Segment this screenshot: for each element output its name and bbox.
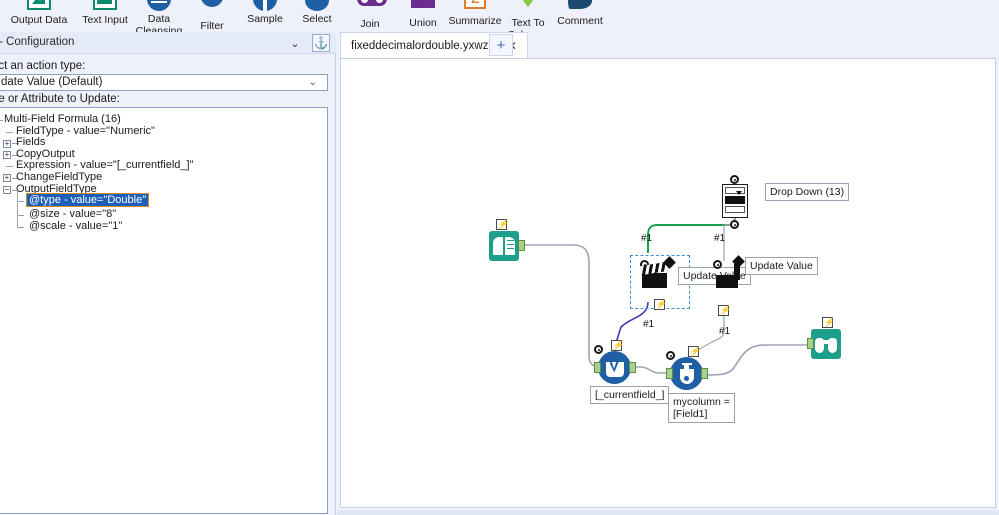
- output-data-icon: [26, 0, 52, 14]
- tree-item-label: Expression - value="[_currentfield_]": [16, 159, 194, 172]
- node-drop-down[interactable]: [722, 175, 748, 229]
- wire-label: #1: [714, 233, 726, 244]
- collapse-panel-button[interactable]: ⌄: [286, 34, 304, 52]
- select-icon: [304, 0, 330, 13]
- node-label-formula: mycolumn = [Field1]: [668, 393, 735, 423]
- comment-icon: [567, 0, 593, 15]
- node-text-input[interactable]: [489, 231, 525, 261]
- tree-item-label: ChangeFieldType: [16, 170, 103, 183]
- tree-expander[interactable]: +: [3, 139, 11, 148]
- tree-expander[interactable]: −: [3, 186, 11, 195]
- tree-item[interactable]: @size - value="8": [17, 203, 327, 221]
- tree-item-label: Multi-Field Formula (16): [4, 113, 121, 125]
- lightning-icon: ⚡: [822, 317, 835, 328]
- bucket-icon: [604, 358, 626, 378]
- input-port[interactable]: [594, 362, 601, 373]
- horizontal-scrollbar[interactable]: [337, 510, 999, 515]
- join-icon: [357, 0, 387, 18]
- binoculars-icon: [815, 335, 837, 353]
- output-port[interactable]: [518, 240, 525, 251]
- formula-tool-icon[interactable]: [670, 357, 703, 390]
- workflow-pane: fixeddecimalordouble.yxwz* ✕ +: [337, 32, 999, 515]
- tree-item[interactable]: @scale - value="1": [17, 214, 327, 233]
- xml-attribute-tree[interactable]: − Multi-Field Formula (16) FieldType - v…: [0, 107, 328, 514]
- node-label-drop-down: Drop Down (13): [765, 183, 850, 201]
- book-icon: [493, 237, 515, 255]
- gear-icon[interactable]: [594, 345, 603, 354]
- new-tab-button[interactable]: +: [489, 34, 513, 56]
- tree-item[interactable]: + ChangeFieldType: [3, 170, 327, 184]
- wire-label: #1: [643, 319, 655, 330]
- lightning-icon: ⚡: [718, 305, 731, 316]
- beaker-icon: [677, 362, 697, 385]
- tree-item-label: FieldType - value="Numeric": [16, 124, 155, 137]
- tree-expander[interactable]: +: [3, 174, 11, 183]
- multi-field-formula-tool-icon[interactable]: [598, 351, 631, 384]
- configuration-panel: ) - Configuration ⌄ ⚓ ect an action type…: [0, 32, 336, 515]
- action-type-label: ect an action type:: [0, 60, 86, 72]
- output-port[interactable]: [629, 362, 636, 373]
- union-icon: [410, 0, 436, 17]
- tab-label: fixeddecimalordouble.yxwz*: [351, 39, 493, 52]
- action-tool-icon[interactable]: [640, 256, 676, 288]
- chevron-down-icon: ⌄: [308, 77, 317, 88]
- tree-item[interactable]: FieldType - value="Numeric": [3, 124, 327, 138]
- node-multi-field-formula[interactable]: [594, 345, 636, 384]
- wire-label: #1: [719, 326, 731, 337]
- text-input-icon: [92, 0, 118, 14]
- alteryx-designer-window: Output Data Text Input Data Cleansing Fi…: [0, 0, 999, 515]
- tool-comment[interactable]: Comment: [543, 0, 617, 28]
- lightning-icon: ⚡: [611, 340, 624, 351]
- node-formula[interactable]: [666, 351, 708, 390]
- sample-icon: [252, 0, 278, 13]
- tree-item-label: @size - value="8": [29, 208, 117, 221]
- browse-tool-icon[interactable]: [811, 329, 841, 359]
- action-type-dropdown[interactable]: date Value (Default) ⌄: [0, 74, 328, 91]
- panel-title: ) - Configuration: [0, 36, 75, 48]
- pin-icon: ⚓: [313, 36, 329, 50]
- gear-icon[interactable]: [730, 220, 739, 229]
- workflow-canvas[interactable]: Drop Down (13) ⚡ Update Value ⚡ Update V…: [340, 58, 996, 508]
- text-input-tool-icon[interactable]: [489, 231, 519, 261]
- tool-output-data[interactable]: Output Data: [2, 0, 76, 27]
- text-to-columns-icon: [515, 0, 541, 17]
- action-tool-icon[interactable]: [714, 255, 745, 288]
- document-tab-bar: fixeddecimalordouble.yxwz* ✕ +: [337, 32, 999, 58]
- tool-label: Output Data: [10, 14, 68, 26]
- value-attribute-label: ue or Attribute to Update:: [0, 93, 120, 105]
- input-port[interactable]: [666, 368, 673, 379]
- pin-panel-button[interactable]: ⚓: [312, 34, 330, 52]
- node-label-update-value-2: Update Value: [745, 257, 818, 275]
- action-type-value: date Value (Default): [1, 76, 103, 88]
- node-label-multi-field-formula: [_currentfield_]: [590, 386, 670, 404]
- input-port[interactable]: [807, 338, 814, 349]
- tree-item[interactable]: − Multi-Field Formula (16): [0, 113, 327, 126]
- tree-expander[interactable]: +: [3, 151, 11, 160]
- tree-item-label: @type - value="Double": [25, 193, 150, 208]
- drop-down-tool-icon[interactable]: [722, 184, 748, 218]
- tool-label: Comment: [557, 15, 603, 27]
- tree-item-label: OutputFieldType: [16, 182, 97, 195]
- tool-palette-toolbar: Output Data Text Input Data Cleansing Fi…: [0, 0, 999, 32]
- filter-icon: [199, 0, 225, 20]
- tree-item-label: @scale - value="1": [29, 219, 123, 232]
- data-cleansing-icon: [146, 0, 172, 13]
- configuration-panel-header: ) - Configuration ⌄ ⚓: [0, 32, 336, 54]
- wire-label: #1: [641, 233, 653, 244]
- node-update-value-action-1[interactable]: [640, 256, 676, 288]
- gear-icon[interactable]: [666, 351, 675, 360]
- lightning-icon: ⚡: [496, 219, 509, 230]
- gear-icon[interactable]: [730, 175, 739, 184]
- output-port[interactable]: [701, 368, 708, 379]
- tree-item-label: Fields: [16, 136, 46, 149]
- tree-item-selected[interactable]: @type - value="Double": [17, 190, 327, 208]
- node-update-value-action-2[interactable]: [713, 255, 745, 288]
- lightning-icon: ⚡: [654, 299, 667, 310]
- lightning-icon: ⚡: [688, 346, 701, 357]
- summarize-icon: [462, 0, 488, 15]
- tree-item-label: CopyOutput: [16, 147, 75, 160]
- node-browse[interactable]: [807, 329, 841, 359]
